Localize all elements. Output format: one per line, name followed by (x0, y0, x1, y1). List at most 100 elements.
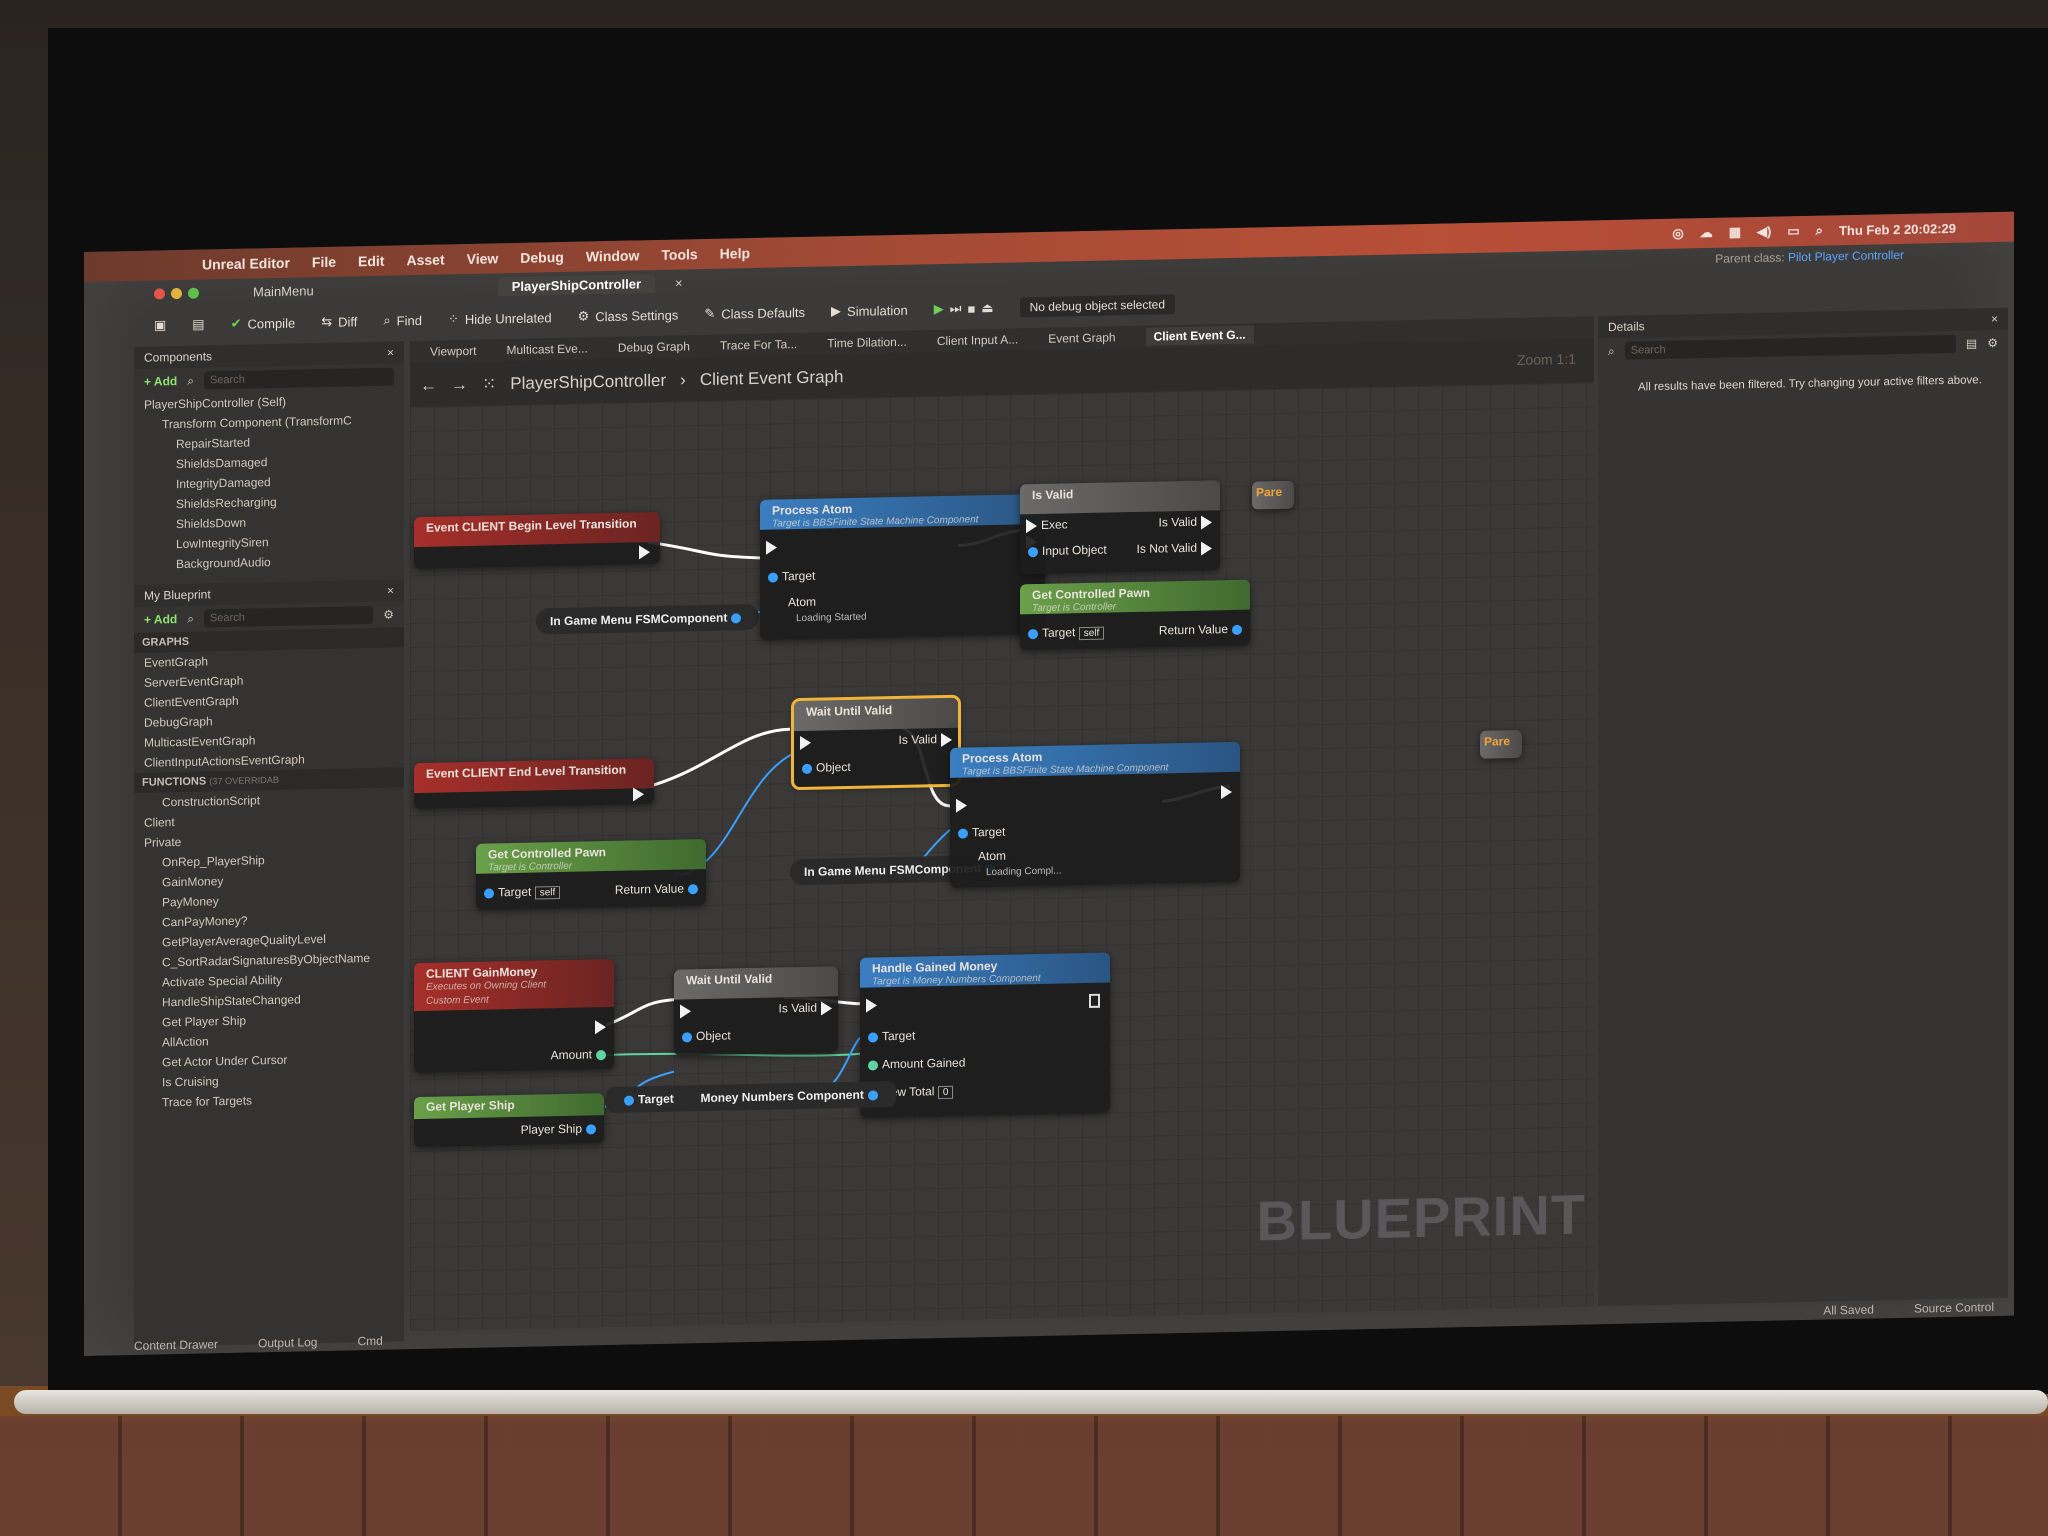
all-saved-status[interactable]: All Saved (1823, 1303, 1874, 1318)
tab-event-graph[interactable]: Event Graph (1048, 330, 1115, 345)
simulation-button[interactable]: ▶ Simulation (831, 302, 908, 320)
debug-object-select[interactable]: No debug object selected (1019, 294, 1176, 318)
minimize-icon[interactable] (171, 287, 182, 299)
source-control-button[interactable]: Source Control (1914, 1300, 1994, 1316)
content-drawer-button[interactable]: Content Drawer (134, 1337, 218, 1353)
close-icon[interactable] (154, 287, 165, 300)
gear-icon[interactable]: ⚙ (383, 608, 394, 622)
target-pin[interactable]: Target (764, 569, 815, 584)
begin-level-event-node[interactable]: Event CLIENT Begin Level Transition (414, 511, 660, 570)
tab-client-input[interactable]: Client Input A... (937, 332, 1018, 348)
class-defaults-button[interactable]: ✎ Class Defaults (704, 304, 805, 322)
is-valid-pin[interactable]: Is Valid (779, 1000, 836, 1016)
battery-icon[interactable]: ▭ (1787, 223, 1799, 239)
exec-out-pin[interactable] (629, 786, 648, 802)
object-pin[interactable]: Object (678, 1028, 731, 1043)
parent-call-node[interactable]: Pare (1252, 480, 1294, 510)
tab-player-ship-controller[interactable]: PlayerShipController (497, 273, 656, 296)
self-field[interactable]: self (534, 886, 561, 900)
gear-icon[interactable]: ⚙ (1987, 336, 1998, 350)
grid-icon[interactable]: ▦ (1729, 224, 1741, 240)
target-pin[interactable]: Target (864, 1029, 915, 1044)
player-ship-pin[interactable]: Player Ship (521, 1121, 600, 1137)
tab-trace-for-targets[interactable]: Trace For Ta... (720, 337, 797, 353)
gain-money-event-node[interactable]: CLIENT GainMoney Executes on Owning Clien… (414, 958, 614, 1074)
is-valid-node[interactable]: Is Valid Exec Is Valid Input Object Is N… (1020, 480, 1220, 575)
tab-time-dilation[interactable]: Time Dilation... (827, 335, 907, 351)
exec-in-pin[interactable] (676, 1003, 695, 1019)
object-pin[interactable]: Object (798, 760, 851, 775)
step-icon[interactable]: ⏭ (950, 301, 962, 317)
tab-client-event-graph[interactable]: Client Event G... (1145, 325, 1254, 346)
process-atom-node[interactable]: Process Atom Target is BBSFinite State Ma… (760, 493, 1045, 640)
graph-canvas[interactable]: Event CLIENT Begin Level Transition In G… (410, 382, 1594, 1332)
menu-asset[interactable]: Asset (406, 251, 444, 268)
breadcrumb-root[interactable]: PlayerShipController (510, 371, 666, 394)
cmd-select[interactable]: Cmd (357, 1334, 382, 1349)
stop-icon[interactable]: ■ (967, 301, 975, 316)
menu-debug[interactable]: Debug (520, 249, 564, 266)
add-component-button[interactable]: + Add (144, 374, 177, 389)
self-field[interactable]: self (1078, 626, 1105, 641)
play-icon[interactable]: ▶ (934, 301, 944, 317)
is-valid-pin[interactable]: Is Valid (899, 732, 956, 748)
wait-until-valid-node[interactable]: Wait Until Valid Is Valid Object (791, 694, 961, 791)
parent-class-value[interactable]: Pilot Player Controller (1788, 248, 1904, 264)
amount-gained-pin[interactable]: Amount Gained (864, 1056, 965, 1072)
tab-multicast[interactable]: Multicast Eve... (506, 341, 587, 357)
blueprint-search-input[interactable]: Search (203, 605, 374, 628)
output-log-button[interactable]: Output Log (258, 1335, 317, 1350)
eject-icon[interactable]: ⏏ (981, 300, 993, 316)
add-member-button[interactable]: + Add (144, 612, 177, 627)
target-pin[interactable]: Target self (480, 884, 561, 900)
amount-pin[interactable]: Amount (551, 1047, 610, 1062)
new-total-field[interactable]: 0 (937, 1085, 954, 1100)
exec-in-pin[interactable] (862, 997, 881, 1013)
exec-in-pin[interactable] (762, 539, 781, 555)
search-icon[interactable]: ⌕ (1816, 223, 1823, 239)
exec-out-pin[interactable] (591, 1019, 610, 1035)
input-object-pin[interactable]: Input Object (1024, 543, 1107, 559)
exec-out-pin[interactable] (1085, 993, 1104, 1008)
zoom-icon[interactable] (188, 287, 199, 299)
browse-icon[interactable]: ▤ (192, 316, 204, 332)
close-icon[interactable]: × (1991, 312, 1998, 326)
save-icon[interactable]: ▣ (154, 317, 166, 333)
function-item[interactable]: Trace for Targets (134, 1087, 404, 1113)
exec-in-pin[interactable] (796, 735, 815, 750)
is-not-valid-pin[interactable]: Is Not Valid (1137, 540, 1216, 556)
components-search-input[interactable]: Search (203, 367, 394, 390)
tab-debug-graph[interactable]: Debug Graph (618, 339, 690, 355)
view-options-icon[interactable]: ▤ (1966, 336, 1977, 350)
exec-out-pin[interactable] (635, 544, 654, 560)
atom-select[interactable]: Loading Started (796, 612, 867, 624)
menu-app-name[interactable]: Unreal Editor (202, 255, 290, 273)
menu-window[interactable]: Window (586, 247, 640, 264)
menu-edit[interactable]: Edit (358, 253, 384, 270)
wait-until-valid-node[interactable]: Wait Until Valid Is Valid Object (674, 966, 838, 1056)
target-pin[interactable]: Target (954, 825, 1005, 840)
exec-out-pin[interactable] (1217, 784, 1236, 800)
process-atom-node[interactable]: Process Atom Target is BBSFinite State Ma… (950, 741, 1240, 888)
atom-select[interactable]: Loading Compl... (986, 866, 1062, 879)
diff-button[interactable]: ⇆ Diff (321, 313, 357, 330)
clock[interactable]: Thu Feb 2 20:02:29 (1839, 220, 1956, 237)
cloud-icon[interactable]: ☁ (1700, 225, 1713, 241)
tab-main-menu[interactable]: MainMenu (239, 280, 328, 301)
get-player-ship-node[interactable]: Get Player Ship Player Ship (414, 1093, 604, 1148)
tab-close-icon[interactable]: × (675, 275, 683, 290)
breadcrumb-current[interactable]: Client Event Graph (700, 367, 844, 390)
return-value-pin[interactable]: Return Value (1159, 622, 1246, 637)
back-icon[interactable]: ← (420, 376, 437, 396)
menu-tools[interactable]: Tools (661, 246, 697, 263)
close-icon[interactable]: × (387, 346, 394, 360)
exec-in-pin[interactable] (952, 797, 971, 813)
end-level-event-node[interactable]: Event CLIENT End Level Transition (414, 758, 654, 810)
volume-icon[interactable]: ◀) (1757, 224, 1771, 240)
menu-help[interactable]: Help (720, 245, 750, 262)
fsm-variable-node[interactable]: In Game Menu FSMComponent (536, 603, 760, 635)
menu-file[interactable]: File (312, 254, 336, 271)
compile-button[interactable]: ✔ Compile (231, 315, 296, 332)
exec-in-pin[interactable]: Exec (1022, 517, 1068, 534)
parent-call-node[interactable]: Pare (1480, 729, 1522, 759)
